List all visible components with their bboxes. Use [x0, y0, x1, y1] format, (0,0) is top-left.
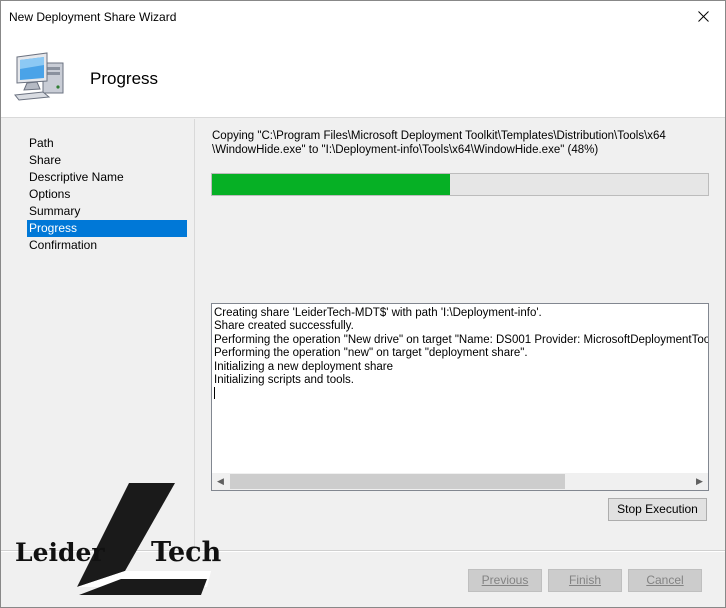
logo-text-tech: Tech	[151, 537, 221, 568]
finish-label: Finish	[568, 573, 601, 587]
log-line: Share created successfully.	[214, 320, 354, 333]
status-line-1: Copying "C:\Program Files\Microsoft Depl…	[212, 130, 666, 142]
horizontal-scrollbar[interactable]: ◀ ▶	[212, 473, 708, 490]
nav-item-options: Options	[29, 187, 71, 201]
log-line: Creating share 'LeiderTech-MDT$' with pa…	[214, 307, 542, 319]
logo-text-leider: Leider	[15, 538, 105, 567]
stop-execution-button[interactable]: Stop Execution	[608, 498, 707, 521]
copy-status-text: Copying "C:\Program Files\Microsoft Depl…	[212, 129, 712, 157]
previous-label: Previous	[481, 573, 529, 587]
previous-button[interactable]: Previous	[468, 569, 542, 592]
nav-item-confirmation: Confirmation	[29, 238, 98, 252]
leidertech-watermark-logo: Leider Tech	[11, 483, 222, 595]
title-bar: New Deployment Share Wizard	[1, 1, 725, 31]
status-line-2: \WindowHide.exe" to "I:\Deployment-info\…	[212, 144, 599, 156]
finish-button[interactable]: Finish	[548, 569, 622, 592]
cancel-label: Cancel	[646, 573, 684, 587]
chevron-right-icon: ▶	[696, 476, 703, 486]
computer-monitor-icon	[13, 51, 69, 104]
log-line: Initializing scripts and tools.	[214, 374, 354, 387]
scrollbar-thumb[interactable]	[230, 474, 565, 489]
nav-item-summary: Summary	[29, 204, 81, 218]
log-line: Performing the operation "new" on target…	[214, 347, 528, 360]
nav-item-descriptive-name: Descriptive Name	[29, 170, 124, 184]
log-lines: Creating share 'LeiderTech-MDT$' with pa…	[214, 307, 708, 401]
scroll-right-button[interactable]: ▶	[691, 473, 708, 490]
page-title: Progress	[90, 69, 159, 88]
nav-item-share: Share	[29, 153, 62, 167]
stop-execution-label: Stop Execution	[617, 502, 698, 516]
progress-bar-fill	[212, 174, 451, 195]
close-button[interactable]	[681, 1, 725, 31]
log-line: Performing the operation "New drive" on …	[214, 333, 709, 346]
cancel-button[interactable]: Cancel	[628, 569, 702, 592]
log-line: Initializing a new deployment share	[214, 360, 393, 373]
wizard-window: New Deployment Share Wizard Progress Pat…	[0, 0, 726, 608]
window-title: New Deployment Share Wizard	[9, 10, 177, 24]
output-log[interactable]: Creating share 'LeiderTech-MDT$' with pa…	[211, 303, 709, 491]
progress-bar	[211, 173, 709, 196]
wizard-steps-nav: Path Share Descriptive Name Options Summ…	[27, 135, 187, 254]
close-icon	[697, 10, 709, 22]
nav-item-progress: Progress	[27, 220, 187, 237]
text-caret	[214, 387, 708, 400]
nav-item-path: Path	[29, 136, 54, 150]
wizard-header: Progress	[1, 31, 725, 117]
header-divider	[1, 117, 725, 118]
